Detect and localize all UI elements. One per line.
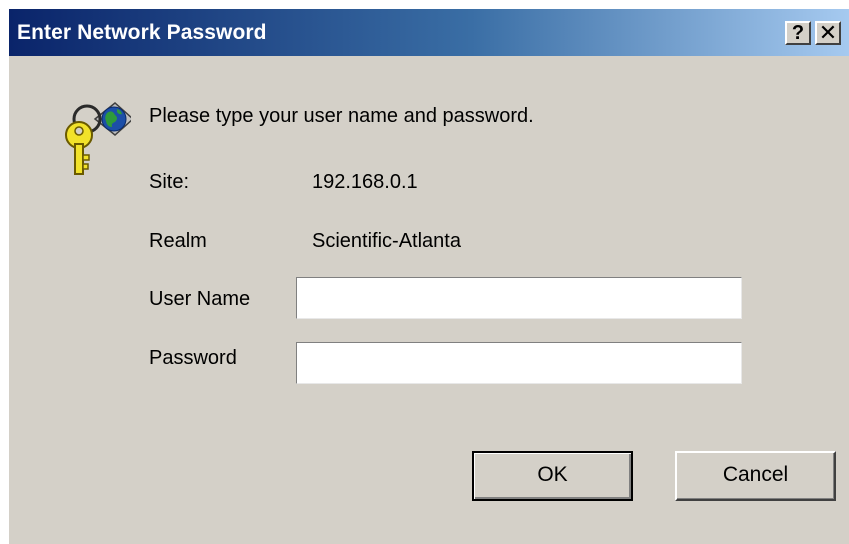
keys-with-globe-icon [65, 102, 131, 175]
password-field[interactable] [296, 342, 742, 384]
password-label: Password [149, 347, 237, 369]
gold-key-icon [65, 121, 93, 175]
help-button[interactable]: ? [785, 21, 811, 45]
realm-value: Scientific-Atlanta [312, 230, 461, 252]
window-title: Enter Network Password [17, 21, 267, 44]
username-label: User Name [149, 288, 251, 310]
site-value: 192.168.0.1 [312, 171, 418, 193]
realm-label: Realm [149, 230, 207, 252]
site-label: Site: [149, 171, 190, 193]
cancel-button[interactable]: Cancel [675, 451, 836, 501]
question-mark-icon: ? [791, 22, 805, 44]
title-bar[interactable]: Enter Network Password ? ✕ [9, 9, 849, 56]
close-icon: ✕ [818, 20, 838, 45]
ok-button[interactable]: OK [472, 451, 633, 501]
instruction-text: Please type your user name and password. [149, 105, 534, 127]
close-button[interactable]: ✕ [815, 21, 841, 45]
network-password-dialog: Enter Network Password ? ✕ Please type y… [8, 8, 849, 544]
username-field[interactable] [296, 277, 742, 319]
